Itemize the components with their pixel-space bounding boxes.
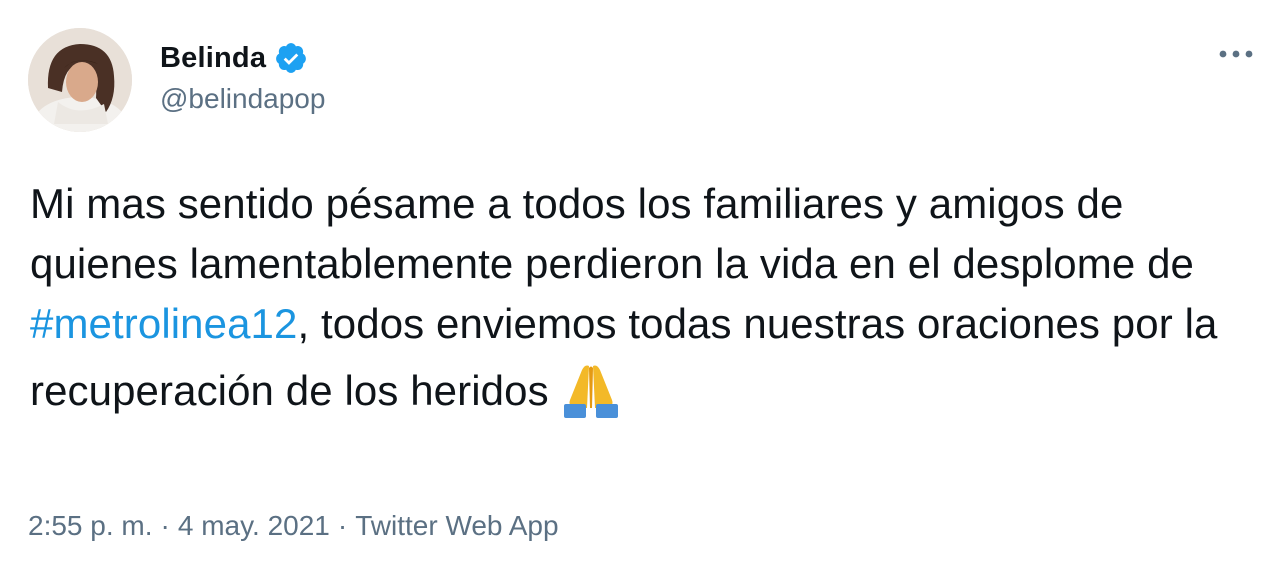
meta-separator: · xyxy=(160,510,170,541)
folded-hands-emoji xyxy=(560,360,622,434)
tweet-meta: 2:55 p. m. · 4 may. 2021 · Twitter Web A… xyxy=(28,510,559,542)
hashtag-link[interactable]: #metrolinea12 xyxy=(30,300,297,347)
more-icon[interactable] xyxy=(1214,38,1258,70)
verified-badge-icon xyxy=(276,43,307,73)
display-name[interactable]: Belinda xyxy=(160,42,266,75)
tweet-date[interactable]: 4 may. 2021 xyxy=(178,510,330,542)
tweet-text-part: Mi mas sentido pésame a todos los famili… xyxy=(30,180,1194,287)
user-handle[interactable]: @belindapop xyxy=(160,83,325,115)
avatar[interactable] xyxy=(28,28,132,132)
meta-separator: · xyxy=(337,510,348,541)
user-name-row[interactable]: Belinda xyxy=(160,38,308,78)
tweet-text: Mi mas sentido pésame a todos los famili… xyxy=(30,174,1260,434)
tweet-card: Belinda @belindapop Mi mas sentido pésam… xyxy=(0,0,1280,570)
tweet-time[interactable]: 2:55 p. m. xyxy=(28,510,153,542)
tweet-source[interactable]: Twitter Web App xyxy=(355,510,558,542)
